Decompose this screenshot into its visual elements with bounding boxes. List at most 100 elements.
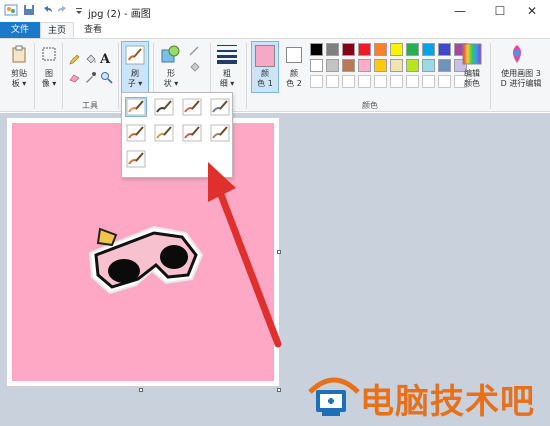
- brush-icon: [126, 98, 146, 116]
- custom-color-slot[interactable]: [422, 75, 435, 88]
- separator: [490, 43, 491, 109]
- tab-view[interactable]: 查看: [78, 22, 108, 38]
- brushes-button[interactable]: 刷 子 ▾: [121, 41, 149, 93]
- ribbon: 剪贴 板 ▾ 图 像 ▾ A 工具 刷 子 ▾ 形 状 ▾ 粗 细 ▾ 颜 色 …: [0, 38, 550, 112]
- color-picker-icon[interactable]: [84, 71, 97, 84]
- customize-quick-access-icon[interactable]: [72, 3, 86, 17]
- size-label-2: 细 ▾: [219, 79, 235, 88]
- image-label-1: 图: [45, 69, 53, 78]
- brushes-label-1: 刷: [131, 69, 139, 78]
- color-swatch[interactable]: [422, 59, 435, 72]
- pencil-icon[interactable]: [68, 53, 81, 66]
- fill-shape-icon[interactable]: [188, 61, 204, 73]
- close-button[interactable]: ✕: [514, 0, 550, 22]
- calligraphy-brush-2-icon: [182, 98, 202, 116]
- color-swatch[interactable]: [374, 59, 387, 72]
- paste-label-2: 板 ▾: [11, 79, 27, 88]
- color-swatch[interactable]: [342, 43, 355, 56]
- redo-icon[interactable]: [56, 3, 70, 17]
- watercolor-brush-option[interactable]: [125, 149, 147, 169]
- oil-brush-option[interactable]: [125, 123, 147, 143]
- marker-option[interactable]: [181, 123, 203, 143]
- size-label-1: 粗: [223, 69, 231, 78]
- color1-label-1: 颜: [261, 69, 269, 78]
- custom-color-slot[interactable]: [374, 75, 387, 88]
- calligraphy-brush-1-option[interactable]: [153, 97, 175, 117]
- color-swatch[interactable]: [358, 43, 371, 56]
- natural-pencil-option[interactable]: [209, 123, 231, 143]
- annotation-arrow-icon: [208, 162, 282, 348]
- brush-option[interactable]: [125, 97, 147, 117]
- paint3d-icon: [513, 45, 521, 63]
- maximize-button[interactable]: ☐: [482, 0, 518, 22]
- watermark-logo-icon: [308, 377, 360, 416]
- color1-swatch: [255, 45, 275, 67]
- paste-label-1: 剪贴: [11, 69, 27, 78]
- airbrush-option[interactable]: [209, 97, 231, 117]
- watermark-text: 电脑技术吧: [360, 382, 535, 422]
- separator: [246, 43, 247, 109]
- crayon-option[interactable]: [153, 123, 175, 143]
- tools-group-label: 工具: [82, 101, 98, 110]
- custom-color-slot[interactable]: [406, 75, 419, 88]
- resize-handle-bottom[interactable]: [139, 388, 143, 392]
- resize-handle-corner[interactable]: [277, 388, 281, 392]
- color-swatch[interactable]: [310, 43, 323, 56]
- shapes-icon: [161, 45, 180, 63]
- clipboard-icon: [12, 45, 26, 63]
- select-icon: [42, 47, 56, 61]
- marker-icon: [182, 124, 202, 142]
- save-icon[interactable]: [22, 3, 36, 17]
- line-size-icon: [217, 45, 237, 64]
- edit-colors-label-1: 编辑: [464, 69, 480, 78]
- color1-button[interactable]: 颜 色 1: [251, 41, 279, 93]
- color-swatch[interactable]: [326, 59, 339, 72]
- paint-app-icon: [4, 4, 18, 16]
- color-swatch[interactable]: [406, 59, 419, 72]
- color2-label-2: 色 2: [286, 79, 302, 88]
- minimize-button[interactable]: —: [442, 0, 478, 22]
- colors-group-label: 颜色: [362, 101, 378, 110]
- undo-icon[interactable]: [40, 3, 54, 17]
- custom-color-slot[interactable]: [310, 75, 323, 88]
- shapes-label-2: 状 ▾: [163, 79, 179, 88]
- fill-icon[interactable]: [84, 53, 97, 66]
- color-swatch[interactable]: [406, 43, 419, 56]
- custom-color-slot[interactable]: [390, 75, 403, 88]
- title-bar: jpg (2) - 画图 — ☐ ✕: [0, 0, 550, 22]
- color-swatch[interactable]: [342, 59, 355, 72]
- calligraphy-brush-2-option[interactable]: [181, 97, 203, 117]
- color-swatch[interactable]: [438, 59, 451, 72]
- color-swatch[interactable]: [358, 59, 371, 72]
- color-swatch[interactable]: [310, 59, 323, 72]
- tab-home[interactable]: 主页: [40, 22, 74, 38]
- custom-color-slot[interactable]: [358, 75, 371, 88]
- image-label-2: 像 ▾: [41, 79, 57, 88]
- separator: [118, 43, 119, 109]
- color-swatch[interactable]: [390, 59, 403, 72]
- paint3d-label-1: 使用画图 3: [501, 69, 541, 78]
- color1-label-2: 色 1: [257, 79, 273, 88]
- color-swatch[interactable]: [438, 43, 451, 56]
- calligraphy-brush-1-icon: [154, 98, 174, 116]
- color-swatch[interactable]: [422, 43, 435, 56]
- natural-pencil-icon: [210, 124, 230, 142]
- crayon-icon: [154, 124, 174, 142]
- color2-label-1: 颜: [290, 69, 298, 78]
- custom-color-slot[interactable]: [326, 75, 339, 88]
- airbrush-icon: [210, 98, 230, 116]
- tab-file[interactable]: 文件: [0, 22, 40, 38]
- magnifier-icon[interactable]: [100, 71, 113, 84]
- separator: [62, 43, 63, 109]
- color-swatch[interactable]: [374, 43, 387, 56]
- color2-swatch: [286, 47, 302, 63]
- custom-color-slot[interactable]: [342, 75, 355, 88]
- ribbon-tabs: 文件 主页 查看: [0, 22, 550, 38]
- window-title: jpg (2) - 画图: [88, 9, 151, 20]
- custom-color-slot[interactable]: [438, 75, 451, 88]
- color-swatch[interactable]: [326, 43, 339, 56]
- eraser-icon[interactable]: [68, 71, 81, 84]
- color-swatch[interactable]: [390, 43, 403, 56]
- outline-icon[interactable]: [188, 45, 204, 57]
- text-icon[interactable]: A: [100, 52, 110, 67]
